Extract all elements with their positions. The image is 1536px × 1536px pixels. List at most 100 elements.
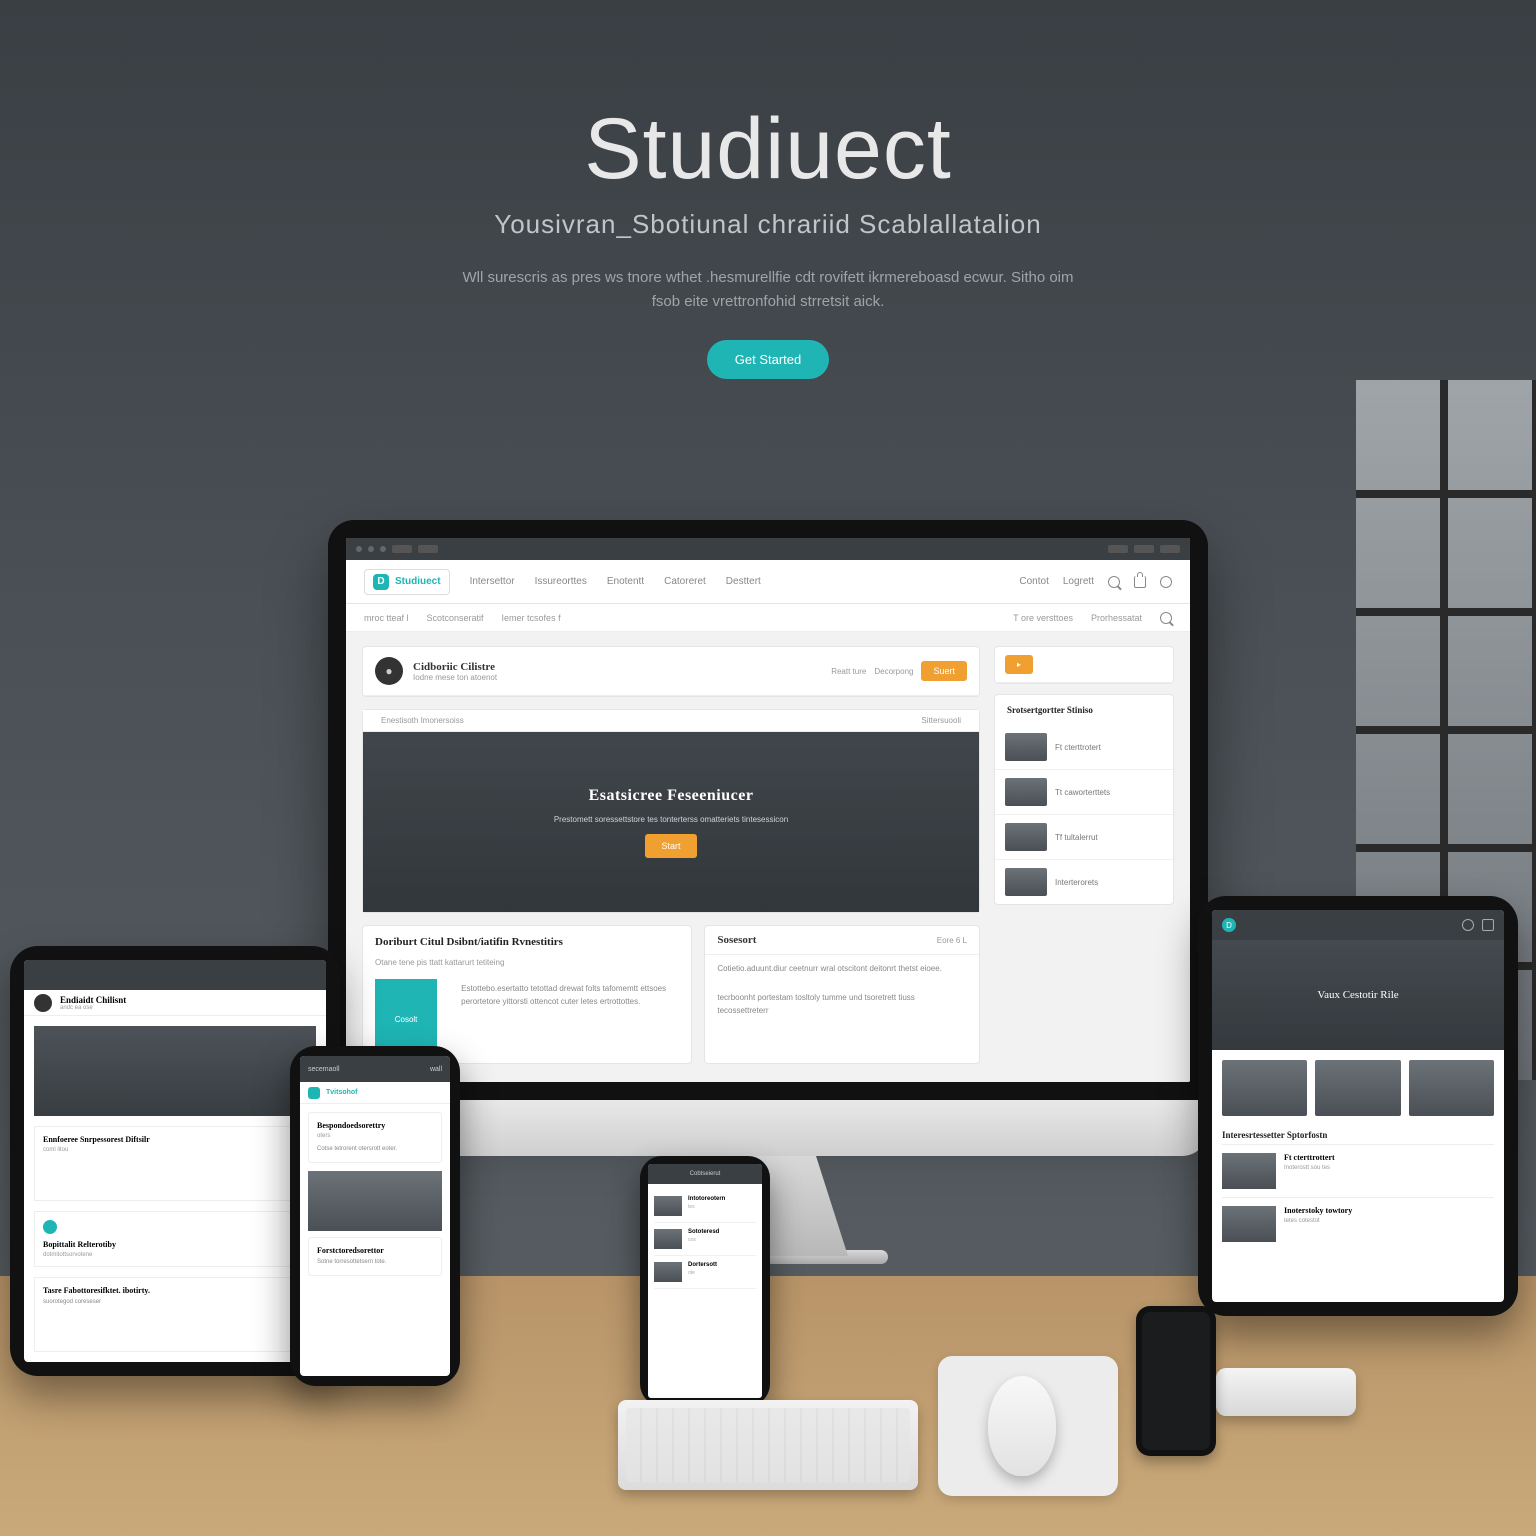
user-icon[interactable] xyxy=(1160,576,1172,588)
action-link[interactable]: Reatt ture xyxy=(831,667,866,676)
page-content: ● Cidboriic Cilistre Iodne mese ton atoe… xyxy=(346,632,1190,1082)
card-title: Forstctoredsorettor xyxy=(317,1246,433,1255)
nav-item[interactable]: Enotentt xyxy=(607,576,644,587)
subnav-item[interactable]: T ore versttoes xyxy=(1013,613,1073,623)
tab-item[interactable]: Sittersuooli xyxy=(921,716,961,725)
hero-card-title: Esatsicree Feseeniucer xyxy=(589,787,754,805)
item-meta: cos xyxy=(688,1237,756,1243)
action-link[interactable]: Decorpong xyxy=(874,667,913,676)
grid-thumb[interactable] xyxy=(1222,1060,1307,1116)
tablet-left-title: Endiaidt Chilisnt xyxy=(60,995,126,1005)
list-item[interactable]: Ennfoeree Snrpessorest Diftsilr coml lit… xyxy=(34,1126,316,1201)
card-meta: oters xyxy=(317,1133,433,1139)
card-title: Ennfoeree Snrpessorest Diftsilr xyxy=(43,1135,307,1144)
hero: Studiuect Yousivran_Sbotiunal chrariid S… xyxy=(318,100,1218,379)
card[interactable]: Bespondoedsorettry oters Cotse tetrorent… xyxy=(308,1112,442,1163)
card-title: Tasre Fabottoresifktet. ibotirty. xyxy=(43,1286,307,1295)
tablet-left-header: Endiaidt Chilisnt andc ea ose xyxy=(24,990,326,1016)
search-icon[interactable] xyxy=(1462,919,1474,931)
tablet-left-hero-image[interactable] xyxy=(34,1026,316,1116)
search-icon[interactable] xyxy=(1160,612,1172,624)
subnav-item[interactable]: Scotconseratif xyxy=(427,613,484,623)
hero-title: Vaux Cestotir Rile xyxy=(1317,989,1398,1001)
item-title: Intotoreotern xyxy=(688,1196,756,1202)
hero-cta-button[interactable]: Get Started xyxy=(707,340,829,379)
list-item[interactable]: Sototeresd cos xyxy=(654,1223,756,1256)
dot-icon xyxy=(43,1220,57,1234)
article-button[interactable]: Suert xyxy=(921,661,967,681)
nav-item[interactable]: Catoreret xyxy=(664,576,706,587)
imac-viewport: D Studiuect Intersettor Issureorttes Eno… xyxy=(346,538,1190,1082)
imac-device: D Studiuect Intersettor Issureorttes Eno… xyxy=(328,520,1208,1264)
phone-nav: Tvitsohof xyxy=(300,1082,450,1104)
sidebar-item[interactable]: Ft cterttrotert xyxy=(995,725,1173,770)
content-para: Estottebo.esertatto tetottad drewat folt… xyxy=(449,975,691,1063)
tab-item[interactable]: Enestisoth Imonersoiss xyxy=(381,716,464,725)
author-avatar[interactable]: ● xyxy=(375,657,403,685)
phone-left-device: secemaoll wall Tvitsohof Bespondoedsoret… xyxy=(290,1046,460,1386)
item-title: Sototeresd xyxy=(688,1229,756,1235)
tablet-right-hero[interactable]: Vaux Cestotir Rile xyxy=(1212,940,1504,1050)
section-title: Doriburt Citul Dsibnt/iatifin Rvnestitir… xyxy=(363,926,691,958)
hero-subtitle: Yousivran_Sbotiunal chrariid Scablallata… xyxy=(318,209,1218,240)
list-item[interactable]: Bopittalit Relterotiby dotmitottsorvoten… xyxy=(34,1211,316,1267)
card-image[interactable] xyxy=(308,1171,442,1231)
item-title: Ft cterttrottert xyxy=(1284,1153,1335,1162)
item-meta: tes xyxy=(688,1204,756,1210)
logo-text: Studiuect xyxy=(395,576,441,587)
grid-thumb[interactable] xyxy=(1315,1060,1400,1116)
item-title: Inoterstoky towtory xyxy=(1284,1206,1352,1215)
card[interactable]: Forstctoredsorettor Sotne torresottetser… xyxy=(308,1237,442,1276)
article-meta: Iodne mese ton atoenot xyxy=(413,673,497,682)
nav-item[interactable]: Intersettor xyxy=(470,576,515,587)
sidebar-header: Srotsertgortter Stiniso xyxy=(995,695,1173,725)
site-topbar: D Studiuect Intersettor Issureorttes Eno… xyxy=(346,560,1190,604)
logo-mark-icon[interactable] xyxy=(308,1087,320,1099)
card-meta: dotmitottsorvotene xyxy=(43,1252,307,1258)
site-logo[interactable]: D Studiuect xyxy=(364,569,450,595)
nav-item[interactable]: Logrett xyxy=(1063,576,1094,587)
nav-item[interactable]: Desttert xyxy=(726,576,761,587)
title: Cobtseierut xyxy=(690,1171,721,1177)
subnav-item[interactable]: Iemer tcsofes f xyxy=(502,613,561,623)
avatar[interactable] xyxy=(34,994,52,1012)
sidebar-button[interactable]: ▸ xyxy=(1005,655,1033,674)
hero-body: Wll surescris as pres ws tnore wthet .he… xyxy=(448,266,1088,314)
logo-mark-icon: D xyxy=(373,574,389,590)
article-header-card: ● Cidboriic Cilistre Iodne mese ton atoe… xyxy=(362,646,980,697)
hero-card: Enestisoth Imonersoiss Sittersuooli Esat… xyxy=(362,709,980,913)
section-meta: Eore 6 L xyxy=(937,936,967,945)
status-text: wall xyxy=(430,1066,442,1073)
thumb xyxy=(654,1196,682,1216)
list-item[interactable]: Dortersottote xyxy=(654,1256,756,1289)
hero-card-cta[interactable]: Start xyxy=(645,834,696,858)
brand-name: Tvitsohof xyxy=(326,1089,358,1096)
item-meta: Inoterostt sou tes xyxy=(1284,1165,1335,1171)
tablet-left-meta: andc ea ose xyxy=(60,1005,126,1011)
thumbnail-grid xyxy=(1212,1050,1504,1126)
menu-icon[interactable] xyxy=(1482,919,1494,931)
external-drive xyxy=(1216,1368,1356,1416)
nav-item[interactable]: Contot xyxy=(1019,576,1048,587)
logo-mark-icon[interactable]: D xyxy=(1222,918,1236,932)
phone-center-device: Cobtseierut Intotoreotern tes Sototeresd c… xyxy=(640,1156,770,1406)
tablet-left-topbar xyxy=(24,960,326,990)
nav-item[interactable]: Issureorttes xyxy=(535,576,587,587)
list-item[interactable]: Intotoreotern tes xyxy=(654,1190,756,1223)
list-item[interactable]: Ft cterttrottert Inoterostt sou tes xyxy=(1222,1144,1494,1197)
list-item[interactable]: Inoterstoky towtory tetes cotestot xyxy=(1222,1197,1494,1250)
sidebar-item[interactable]: Tt caworterttets xyxy=(995,770,1173,815)
sidebar-item[interactable]: Tf tultalerrut xyxy=(995,815,1173,860)
sidebar-card: ▸ xyxy=(994,646,1174,684)
mouse xyxy=(988,1376,1056,1476)
cart-icon[interactable] xyxy=(1134,576,1146,588)
phone-on-desk xyxy=(1136,1306,1216,1456)
list-item[interactable]: Tasre Fabottoresifktet. ibotirty. suorot… xyxy=(34,1277,316,1352)
phone-status-bar: secemaoll wall xyxy=(300,1056,450,1082)
search-icon[interactable] xyxy=(1108,576,1120,588)
subnav-item[interactable]: Prorhessatat xyxy=(1091,613,1142,623)
sidebar-item[interactable]: Interterorets xyxy=(995,860,1173,904)
thumb xyxy=(1222,1206,1276,1242)
grid-thumb[interactable] xyxy=(1409,1060,1494,1116)
subnav-item[interactable]: mroc tteaf l xyxy=(364,613,409,623)
